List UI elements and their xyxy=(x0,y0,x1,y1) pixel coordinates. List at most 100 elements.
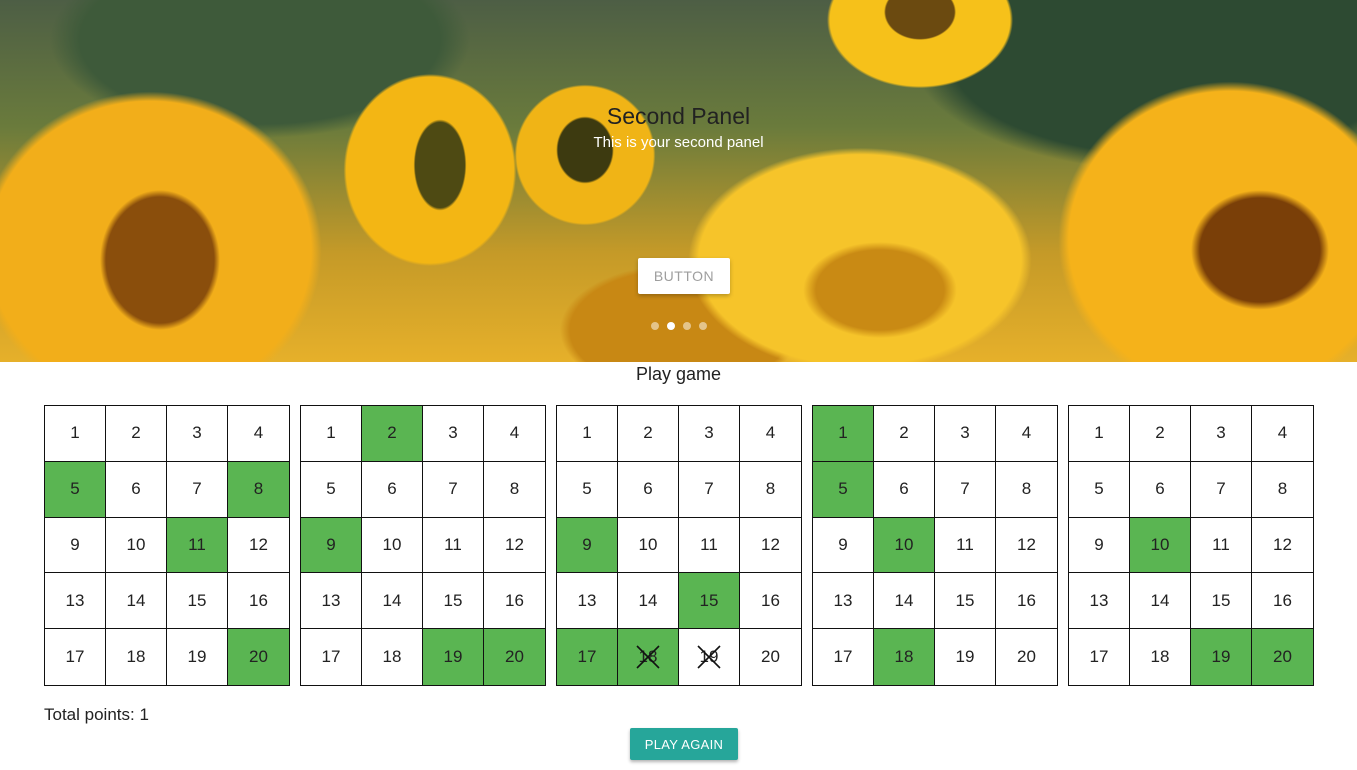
carousel-dot-4[interactable] xyxy=(698,322,707,330)
board-cell[interactable]: 4 xyxy=(228,406,289,462)
board-cell[interactable]: 10 xyxy=(106,517,167,574)
board-cell[interactable]: 4 xyxy=(1252,406,1313,462)
board-cell[interactable]: 4 xyxy=(484,406,545,462)
board-cell[interactable]: 17 xyxy=(557,629,618,685)
board-cell[interactable]: 9 xyxy=(557,517,618,574)
board-cell[interactable]: 10 xyxy=(618,517,679,574)
board-cell[interactable]: 11 xyxy=(167,517,228,574)
board-cell[interactable]: 2 xyxy=(106,406,167,462)
board-cell[interactable]: 8 xyxy=(1252,461,1313,518)
board-cell[interactable]: 19 xyxy=(167,629,228,685)
board-cell[interactable]: 16 xyxy=(484,573,545,630)
board-cell[interactable]: 14 xyxy=(618,573,679,630)
board-cell[interactable]: 7 xyxy=(167,461,228,518)
board-cell[interactable]: 20 xyxy=(484,629,545,685)
board-cell[interactable]: 5 xyxy=(557,461,618,518)
board-cell[interactable]: 17 xyxy=(1069,629,1130,685)
board-cell[interactable]: 13 xyxy=(813,573,874,630)
board-cell[interactable]: 5 xyxy=(1069,461,1130,518)
board-cell[interactable]: 20 xyxy=(740,629,801,685)
board-cell[interactable]: 14 xyxy=(874,573,935,630)
board-cell[interactable]: 9 xyxy=(45,517,106,574)
board-cell[interactable]: 9 xyxy=(1069,517,1130,574)
board-cell[interactable]: 4 xyxy=(740,406,801,462)
board-cell[interactable]: 8 xyxy=(228,461,289,518)
board-cell[interactable]: 18 xyxy=(106,629,167,685)
board-cell[interactable]: 3 xyxy=(935,406,996,462)
board-cell[interactable]: 3 xyxy=(1191,406,1252,462)
board-cell[interactable]: 13 xyxy=(301,573,362,630)
board-cell[interactable]: 10 xyxy=(1130,517,1191,574)
board-cell[interactable]: 16 xyxy=(228,573,289,630)
board-cell[interactable]: 1 xyxy=(301,406,362,462)
carousel-dot-3[interactable] xyxy=(682,322,691,330)
board-cell[interactable]: 18 xyxy=(362,629,423,685)
play-again-button[interactable]: PLAY AGAIN xyxy=(630,728,738,760)
board-cell[interactable]: 5 xyxy=(813,461,874,518)
board-cell[interactable]: 9 xyxy=(301,517,362,574)
board-cell[interactable]: 20 xyxy=(996,629,1057,685)
board-cell[interactable]: 16 xyxy=(996,573,1057,630)
board-cell[interactable]: 11 xyxy=(423,517,484,574)
board-cell[interactable]: 6 xyxy=(106,461,167,518)
board-cell[interactable]: 16 xyxy=(740,573,801,630)
carousel-dot-2[interactable] xyxy=(666,322,675,330)
board-cell[interactable]: 14 xyxy=(106,573,167,630)
board-cell[interactable]: 5 xyxy=(301,461,362,518)
board-cell[interactable]: 12 xyxy=(484,517,545,574)
board-cell[interactable]: 1 xyxy=(557,406,618,462)
board-cell[interactable]: 19 xyxy=(423,629,484,685)
board-cell[interactable]: 10 xyxy=(362,517,423,574)
board-cell[interactable]: 13 xyxy=(557,573,618,630)
board-cell[interactable]: 1 xyxy=(1069,406,1130,462)
board-cell[interactable]: 7 xyxy=(679,461,740,518)
board-cell[interactable]: 14 xyxy=(1130,573,1191,630)
board-cell[interactable]: 8 xyxy=(484,461,545,518)
board-cell[interactable]: 19 xyxy=(935,629,996,685)
board-cell[interactable]: 2 xyxy=(362,406,423,462)
carousel-dot-1[interactable] xyxy=(650,322,659,330)
board-cell[interactable]: 15 xyxy=(935,573,996,630)
board-cell[interactable]: 7 xyxy=(1191,461,1252,518)
board-cell[interactable]: 17 xyxy=(45,629,106,685)
board-cell[interactable]: 11 xyxy=(1191,517,1252,574)
board-cell[interactable]: 12 xyxy=(740,517,801,574)
board-cell[interactable]: 9 xyxy=(813,517,874,574)
board-cell[interactable]: 15 xyxy=(1191,573,1252,630)
board-cell[interactable]: 15 xyxy=(423,573,484,630)
board-cell[interactable]: 8 xyxy=(740,461,801,518)
board-cell[interactable]: 3 xyxy=(167,406,228,462)
board-cell[interactable]: 20 xyxy=(228,629,289,685)
carousel-button[interactable]: BUTTON xyxy=(638,258,730,294)
board-cell[interactable]: 6 xyxy=(362,461,423,518)
board-cell[interactable]: 13 xyxy=(1069,573,1130,630)
board-cell[interactable]: 3 xyxy=(679,406,740,462)
board-cell[interactable]: 1 xyxy=(813,406,874,462)
board-cell[interactable]: 2 xyxy=(1130,406,1191,462)
board-cell[interactable]: 7 xyxy=(423,461,484,518)
board-cell[interactable]: 17 xyxy=(813,629,874,685)
board-cell[interactable]: 10 xyxy=(874,517,935,574)
board-cell[interactable]: 13 xyxy=(45,573,106,630)
board-cell[interactable]: 11 xyxy=(679,517,740,574)
board-cell[interactable]: 2 xyxy=(874,406,935,462)
board-cell[interactable]: 17 xyxy=(301,629,362,685)
board-cell[interactable]: 7 xyxy=(935,461,996,518)
board-cell[interactable]: 4 xyxy=(996,406,1057,462)
board-cell[interactable]: 8 xyxy=(996,461,1057,518)
board-cell[interactable]: 12 xyxy=(996,517,1057,574)
board-cell[interactable]: 18 xyxy=(618,629,679,685)
board-cell[interactable]: 18 xyxy=(1130,629,1191,685)
board-cell[interactable]: 11 xyxy=(935,517,996,574)
board-cell[interactable]: 15 xyxy=(167,573,228,630)
board-cell[interactable]: 1 xyxy=(45,406,106,462)
board-cell[interactable]: 2 xyxy=(618,406,679,462)
board-cell[interactable]: 19 xyxy=(679,629,740,685)
board-cell[interactable]: 3 xyxy=(423,406,484,462)
board-cell[interactable]: 6 xyxy=(618,461,679,518)
board-cell[interactable]: 5 xyxy=(45,461,106,518)
board-cell[interactable]: 19 xyxy=(1191,629,1252,685)
board-cell[interactable]: 6 xyxy=(874,461,935,518)
board-cell[interactable]: 12 xyxy=(1252,517,1313,574)
board-cell[interactable]: 20 xyxy=(1252,629,1313,685)
